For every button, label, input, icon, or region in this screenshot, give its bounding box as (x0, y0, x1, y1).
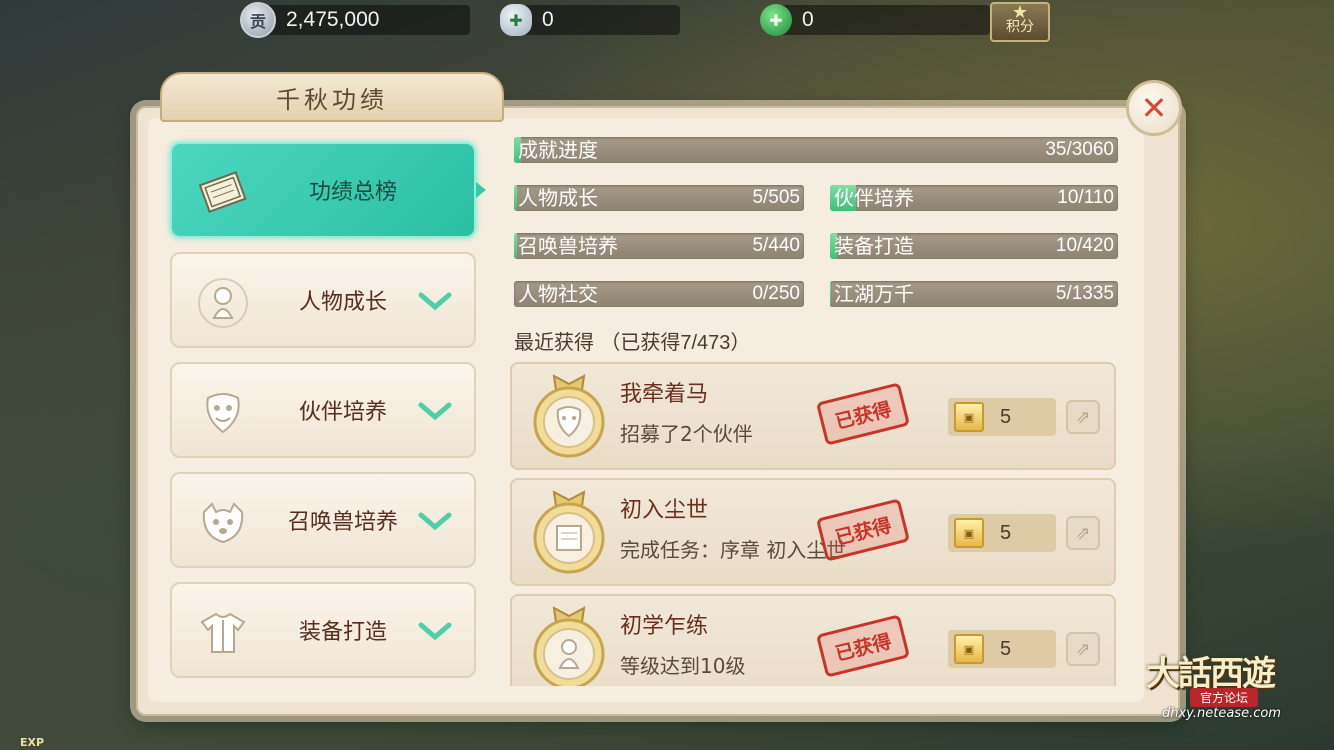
progress-bar-equipment: 装备打造 10/420 (830, 233, 1118, 259)
progress-bar-summon-beast: 召唤兽培养 5/440 (514, 233, 804, 259)
chevron-down-icon[interactable] (418, 620, 452, 642)
progress-value: 5/1335 (1055, 283, 1114, 304)
progress-bar-jianghu: 江湖万千 5/1335 (830, 281, 1118, 307)
contribution-currency: 贡 2,475,000 (240, 2, 470, 38)
close-button[interactable]: ✕ (1126, 80, 1182, 136)
chevron-down-icon[interactable] (418, 290, 452, 312)
progress-label: 人物社交 (518, 282, 598, 306)
chevron-down-icon[interactable] (418, 400, 452, 422)
achievement-title: 初入尘世 (620, 498, 709, 523)
resource-bar: 贡 2,475,000 ✚ 0 ✚ 0 ★ 积分 (0, 0, 1334, 42)
progress-value: 10/110 (1057, 187, 1114, 208)
exp-label: EXP (20, 736, 45, 749)
progress-value: 5/505 (752, 187, 800, 208)
star-icon: ★ (1011, 2, 1029, 23)
nav-item-character-growth[interactable]: 人物成长 (170, 252, 476, 348)
watermark-sub: 官方论坛 (1190, 688, 1259, 707)
reward-box: ▣ 5 (948, 398, 1056, 436)
progress-bar-partner: 伙伴培养 10/110 (830, 185, 1118, 211)
progress-bar-social: 人物社交 0/250 (514, 281, 804, 307)
nav-label: 功绩总榜 (308, 180, 397, 205)
contribution-value: 2,475,000 (286, 8, 380, 31)
nav-item-summon-beast[interactable]: 召唤兽培养 (170, 472, 476, 568)
achievement-desc: 等级达到10级 (620, 654, 746, 678)
progress-value: 10/420 (1055, 235, 1114, 256)
list-item[interactable]: 初入尘世 完成任务：序章 初入尘世 已获得 ▣ 5 ⇗ (510, 478, 1116, 586)
achievement-title: 我牵着马 (620, 382, 709, 407)
recent-count: （已获得7/473） (600, 332, 751, 354)
recent-heading: 最近获得 （已获得7/473） (514, 326, 750, 355)
share-button[interactable]: ⇗ (1066, 400, 1100, 434)
nav-label: 伙伴培养 (298, 400, 387, 425)
close-icon: ✕ (1140, 89, 1168, 127)
obtained-stamp: 已获得 (815, 382, 911, 446)
ledger-icon (194, 164, 252, 222)
partner-mask-icon (194, 384, 252, 442)
reward-box: ▣ 5 (948, 630, 1056, 668)
progress-label: 成就进度 (518, 138, 598, 162)
reward-token-icon: ▣ (954, 634, 984, 664)
jade-currency[interactable]: ✚ 0 (760, 2, 990, 38)
reward-value: 5 (1000, 406, 1012, 428)
achievement-desc: 招募了2个伙伴 (620, 422, 753, 446)
recent-title: 最近获得 (514, 330, 594, 354)
list-item[interactable]: 初学乍练 等级达到10级 已获得 ▣ 5 ⇗ (510, 594, 1116, 686)
nav-item-partner[interactable]: 伙伴培养 (170, 362, 476, 458)
silver-value: 0 (542, 8, 554, 31)
reward-value: 5 (1000, 638, 1012, 660)
share-icon: ⇗ (1075, 522, 1091, 544)
nav-label: 人物成长 (298, 290, 387, 315)
progress-label: 召唤兽培养 (518, 234, 618, 258)
progress-label: 装备打造 (834, 234, 914, 258)
nav-label: 召唤兽培养 (287, 510, 398, 535)
share-button[interactable]: ⇗ (1066, 632, 1100, 666)
armor-icon (194, 604, 252, 662)
share-icon: ⇗ (1075, 638, 1091, 660)
contribution-coin-icon: 贡 (240, 2, 276, 38)
progress-label: 人物成长 (518, 186, 598, 210)
progress-value: 0/250 (752, 283, 800, 304)
nav-item-equipment[interactable]: 装备打造 (170, 582, 476, 678)
reward-box: ▣ 5 (948, 514, 1056, 552)
obtained-stamp: 已获得 (815, 614, 911, 678)
partner-medal-icon (533, 374, 605, 458)
chevron-down-icon[interactable] (418, 510, 452, 532)
silver-ingot-icon[interactable]: ✚ (500, 4, 532, 36)
silver-currency[interactable]: ✚ 0 (500, 2, 680, 38)
summon-beast-icon (194, 494, 252, 552)
progress-bar-character-growth: 人物成长 5/505 (514, 185, 804, 211)
achievement-title: 初学乍练 (620, 614, 709, 639)
jade-icon[interactable]: ✚ (760, 4, 792, 36)
jade-value: 0 (802, 8, 814, 31)
reward-value: 5 (1000, 522, 1012, 544)
reward-token-icon: ▣ (954, 402, 984, 432)
character-icon (194, 274, 252, 332)
scroll-medal-icon (533, 490, 605, 574)
progress-value: 35/3060 (1045, 139, 1114, 160)
active-indicator (476, 182, 486, 198)
share-button[interactable]: ⇗ (1066, 516, 1100, 550)
progress-value: 5/440 (752, 235, 800, 256)
nav-label: 装备打造 (298, 620, 387, 645)
list-item[interactable]: 我牵着马 招募了2个伙伴 已获得 ▣ 5 ⇗ (510, 362, 1116, 470)
character-medal-icon (533, 606, 605, 686)
watermark-url: dhxy.netease.com (1162, 706, 1281, 721)
overall-progress-bar: 成就进度 35/3060 (514, 137, 1118, 163)
achievement-desc: 完成任务：序章 初入尘世 (620, 538, 847, 562)
obtained-stamp: 已获得 (815, 498, 911, 562)
score-button[interactable]: ★ 积分 (990, 2, 1050, 42)
achievement-list[interactable]: 我牵着马 招募了2个伙伴 已获得 ▣ 5 ⇗ 初入尘世 完成任务：序章 初入尘世… (510, 360, 1118, 686)
share-icon: ⇗ (1075, 406, 1091, 428)
progress-label: 江湖万千 (834, 282, 914, 306)
nav-item-overview[interactable]: 功绩总榜 (170, 142, 476, 238)
reward-token-icon: ▣ (954, 518, 984, 548)
panel-title: 千秋功绩 (160, 72, 504, 122)
progress-label: 伙伴培养 (834, 186, 914, 210)
